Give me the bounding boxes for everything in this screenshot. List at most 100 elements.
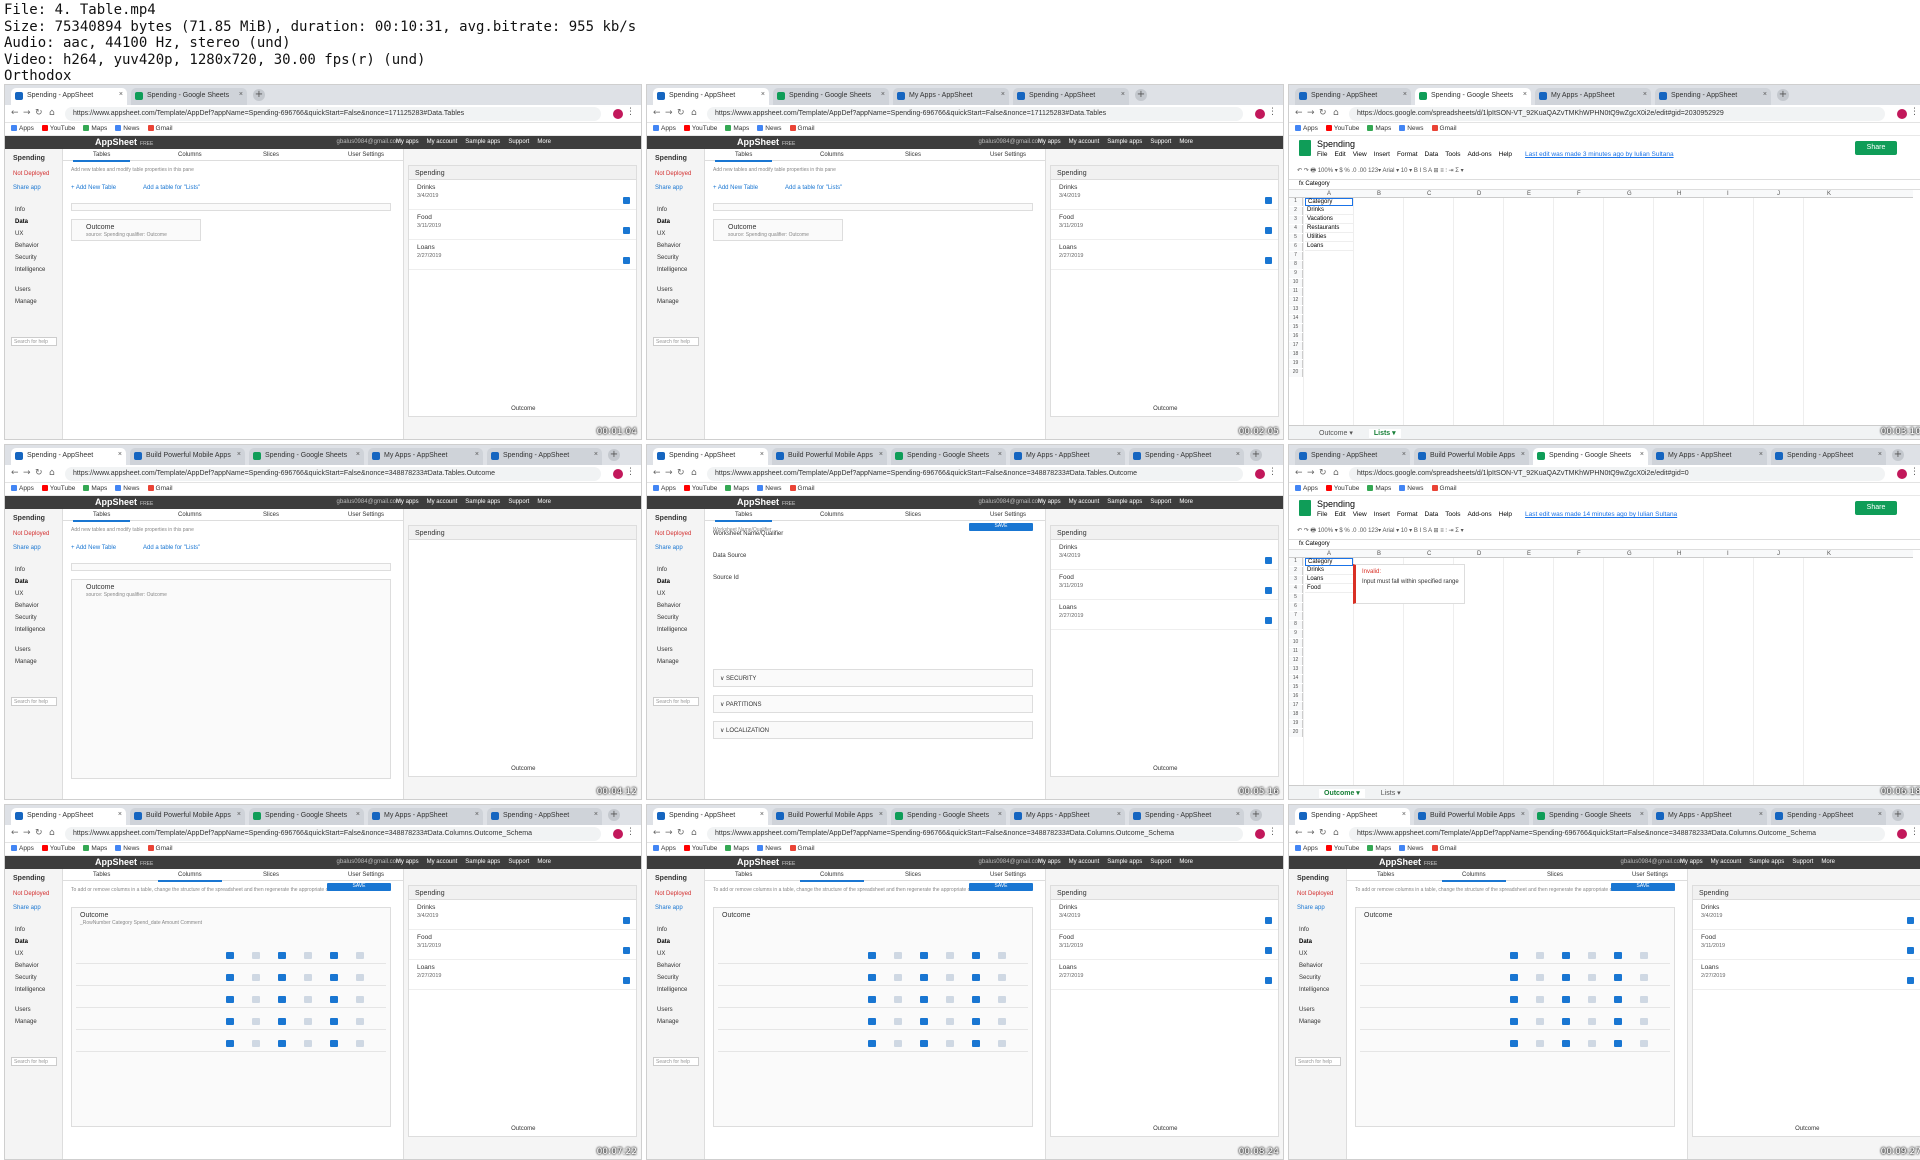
close-icon[interactable]: × xyxy=(1402,811,1406,818)
search-help-input[interactable]: Search for help xyxy=(11,337,57,346)
checkbox[interactable] xyxy=(304,974,312,981)
column-header[interactable]: I xyxy=(1727,551,1729,557)
bookmark-item[interactable]: Gmail xyxy=(1431,485,1457,492)
avatar[interactable] xyxy=(1897,469,1907,479)
menu-item[interactable]: Support xyxy=(508,499,529,505)
table-search-input[interactable] xyxy=(71,563,391,571)
column-header[interactable]: A xyxy=(1327,551,1331,557)
sidebar-item[interactable]: UX xyxy=(15,591,23,597)
checkbox[interactable] xyxy=(998,1018,1006,1025)
sidebar-item[interactable]: Behavior xyxy=(15,963,39,969)
column-header[interactable]: H xyxy=(1677,551,1681,557)
close-icon[interactable]: × xyxy=(118,811,122,818)
checkbox[interactable] xyxy=(252,996,260,1003)
sidebar-item[interactable]: Behavior xyxy=(15,603,39,609)
settings-section[interactable]: ∨ PARTITIONS xyxy=(713,695,1033,713)
sidebar-item[interactable]: Data xyxy=(15,219,28,225)
share-button[interactable]: Share xyxy=(1855,501,1897,515)
close-icon[interactable]: × xyxy=(1001,91,1005,98)
column-header[interactable]: E xyxy=(1527,191,1531,197)
table-row[interactable] xyxy=(76,948,386,964)
bookmark-item[interactable]: Apps xyxy=(1295,125,1318,132)
checkbox[interactable] xyxy=(226,974,234,981)
close-icon[interactable]: × xyxy=(1236,451,1240,458)
table-row[interactable] xyxy=(76,970,386,986)
content-tab[interactable]: Slices xyxy=(1547,872,1563,878)
row-number[interactable]: 15 xyxy=(1289,324,1303,332)
checkbox[interactable] xyxy=(1588,1018,1596,1025)
checkbox[interactable] xyxy=(1510,974,1518,981)
reload-icon[interactable]: ↻ xyxy=(1319,468,1327,478)
menu-item[interactable]: Format xyxy=(1397,151,1418,158)
close-icon[interactable]: × xyxy=(1121,91,1125,98)
checkbox[interactable] xyxy=(1510,1040,1518,1047)
cell[interactable]: Vacations xyxy=(1305,216,1353,224)
close-icon[interactable]: × xyxy=(998,451,1002,458)
bookmark-item[interactable]: Gmail xyxy=(789,845,815,852)
checkbox[interactable] xyxy=(1640,1018,1648,1025)
new-tab-button[interactable]: + xyxy=(1250,809,1262,821)
bookmark-item[interactable]: Gmail xyxy=(789,125,815,132)
content-tab[interactable]: Columns xyxy=(178,152,202,158)
save-button[interactable]: SAVE xyxy=(1611,883,1675,891)
checkbox[interactable] xyxy=(278,974,286,981)
checkbox[interactable] xyxy=(1640,1040,1648,1047)
sidebar-item[interactable]: Behavior xyxy=(1299,963,1323,969)
close-icon[interactable]: × xyxy=(1878,451,1882,458)
preview-row[interactable]: Food 3/11/2019 xyxy=(409,210,636,240)
browser-tab[interactable]: Spending - AppSheet × xyxy=(487,808,602,825)
bookmark-item[interactable]: Gmail xyxy=(1431,125,1457,132)
checkbox[interactable] xyxy=(252,1040,260,1047)
new-tab-button[interactable]: + xyxy=(608,809,620,821)
add-lists-table-button[interactable]: Add a table for "Lists" xyxy=(785,185,842,191)
browser-tab[interactable]: Spending - AppSheet × xyxy=(653,808,768,825)
bookmark-item[interactable]: YouTube xyxy=(41,845,75,852)
column-header[interactable]: J xyxy=(1777,191,1780,197)
share-app-link[interactable]: Share app xyxy=(13,545,41,551)
menu-item[interactable]: Sample apps xyxy=(465,139,500,145)
column-header[interactable]: G xyxy=(1627,551,1632,557)
table-row[interactable] xyxy=(76,1014,386,1030)
content-tab[interactable]: User Settings xyxy=(348,872,384,878)
url-input[interactable]: https://www.appsheet.com/Template/AppDef… xyxy=(707,467,1243,481)
bookmark-item[interactable]: Gmail xyxy=(789,485,815,492)
bookmark-item[interactable]: YouTube xyxy=(41,125,75,132)
share-button[interactable]: Share xyxy=(1855,141,1897,155)
menu-item[interactable]: Sample apps xyxy=(1107,139,1142,145)
preview-row[interactable]: Drinks 3/4/2019 xyxy=(1693,900,1920,930)
menu-item[interactable]: More xyxy=(1821,859,1835,865)
reload-icon[interactable]: ↻ xyxy=(35,108,43,118)
row-number[interactable]: 20 xyxy=(1289,729,1303,737)
checkbox[interactable] xyxy=(1562,1040,1570,1047)
checkbox[interactable] xyxy=(1510,1018,1518,1025)
menu-item[interactable]: Edit xyxy=(1334,151,1345,158)
menu-item[interactable]: My account xyxy=(1069,139,1100,145)
column-header[interactable]: J xyxy=(1777,551,1780,557)
sidebar-item[interactable]: Security xyxy=(15,615,37,621)
content-tab[interactable]: Slices xyxy=(263,512,279,518)
close-icon[interactable]: × xyxy=(475,451,479,458)
menu-item[interactable]: My apps xyxy=(1038,859,1061,865)
browser-tab[interactable]: Spending - AppSheet × xyxy=(1771,808,1886,825)
edit-icon[interactable] xyxy=(1265,227,1272,234)
deploy-status[interactable]: Not Deployed xyxy=(13,891,49,897)
share-app-link[interactable]: Share app xyxy=(655,905,683,911)
close-icon[interactable]: × xyxy=(1402,451,1406,458)
row-number[interactable]: 10 xyxy=(1289,279,1303,287)
checkbox[interactable] xyxy=(1562,974,1570,981)
browser-tab[interactable]: Spending - AppSheet × xyxy=(1295,808,1410,825)
checkbox[interactable] xyxy=(920,996,928,1003)
browser-tab[interactable]: Spending - Google Sheets × xyxy=(891,448,1006,465)
menu-item[interactable]: More xyxy=(1179,859,1193,865)
avatar[interactable] xyxy=(1255,829,1265,839)
browser-tab[interactable]: Build Powerful Mobile Apps × xyxy=(1414,808,1529,825)
browser-tab[interactable]: My Apps - AppSheet × xyxy=(893,88,1009,105)
checkbox[interactable] xyxy=(972,996,980,1003)
bookmark-item[interactable]: News xyxy=(1399,125,1424,132)
home-icon[interactable]: ⌂ xyxy=(49,108,55,118)
sidebar-item[interactable]: Users xyxy=(15,287,31,293)
checkbox[interactable] xyxy=(946,996,954,1003)
checkbox[interactable] xyxy=(1536,952,1544,959)
reload-icon[interactable]: ↻ xyxy=(35,828,43,838)
checkbox[interactable] xyxy=(356,996,364,1003)
